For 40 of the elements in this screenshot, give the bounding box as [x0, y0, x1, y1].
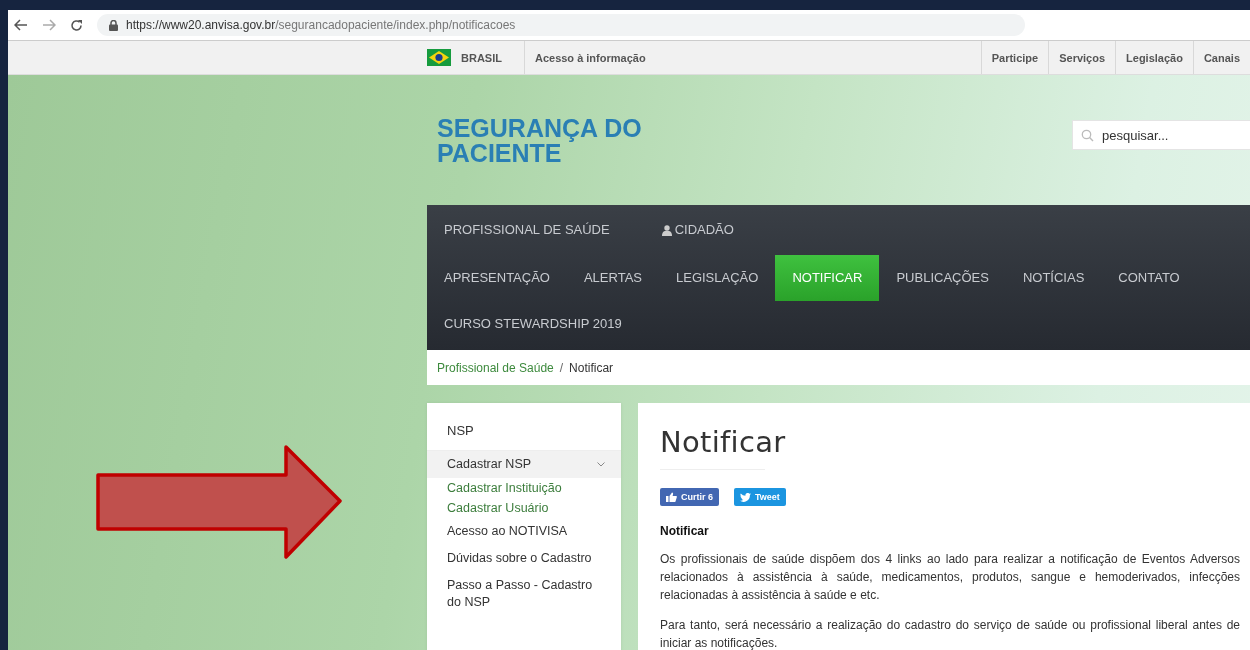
thumbs-up-icon	[666, 492, 677, 502]
like-button[interactable]: Curtir 6	[660, 488, 719, 506]
lock-icon	[109, 19, 118, 31]
page-heading: Notificar	[660, 425, 787, 459]
breadcrumb-separator: /	[559, 360, 564, 375]
person-icon	[661, 224, 672, 236]
sidebar-sublink[interactable]: Cadastrar Usuário	[427, 498, 621, 518]
nav-tab[interactable]: PUBLICAÇÕES	[879, 255, 1006, 301]
paragraph: Para tanto, será necessário a realização do cadastro do serviço de saúde ou profissional liberal antes de iniciar as notificações.	[660, 617, 1240, 650]
country-link[interactable]: BRASIL	[461, 51, 502, 64]
sidebar-link[interactable]: Acesso ao NOTIVISA	[427, 518, 621, 545]
address-field[interactable]: https://www20.anvisa.gov.br/segurancadopaciente/index.php/notificacoes	[97, 14, 1025, 36]
gov-link[interactable]: Participe	[991, 51, 1039, 64]
chevron-icon	[597, 462, 605, 467]
reload-icon[interactable]	[70, 18, 83, 32]
gov-link[interactable]: Serviços	[1059, 51, 1106, 64]
breadcrumb-current: Notificar	[569, 360, 614, 375]
gov-link[interactable]: Legislação	[1126, 51, 1183, 64]
sidebar-sublink[interactable]: Cadastrar Instituição	[427, 478, 621, 498]
nav-tab[interactable]: APRESENTAÇÃO	[427, 255, 567, 301]
nav-tab[interactable]: ALERTAS	[566, 255, 659, 301]
paragraph: Os profissionais de saúde dispõem dos 4 links ao lado para realizar a notificação de Eventos Adversos relacionados à assistência à saúde, medicamentos, produtos, sangue e hemoderivados, infecções relacionadas à assistência à saúde e etc.	[660, 551, 1240, 604]
search-field[interactable]: pesquisar...	[1072, 120, 1250, 150]
sidebar-link[interactable]: Passo a Passo - Cadastro do NSP	[427, 572, 621, 616]
breadcrumb-link[interactable]: Profissional de Saúde	[437, 360, 554, 375]
gov-link[interactable]: Canais	[1203, 51, 1240, 64]
sidebar-menu-item[interactable]: Cadastrar NSP	[427, 450, 621, 478]
bird-icon	[740, 492, 751, 502]
audience-link[interactable]: PROFISSIONAL DE SAÚDE	[427, 215, 627, 245]
back-icon[interactable]	[14, 19, 28, 31]
sidebar-link[interactable]: Dúvidas sobre o Cadastro	[427, 545, 621, 572]
nav-tab[interactable]: NOTÍCIAS	[1005, 255, 1102, 301]
nav-tab[interactable]: CURSO STEWARDSHIP 2019	[427, 301, 639, 347]
nav-tab[interactable]: LEGISLAÇÃO	[659, 255, 776, 301]
section-heading: Notificar	[660, 524, 710, 538]
sidebar-title: NSP	[446, 422, 475, 440]
nav-tab[interactable]: CONTATO	[1101, 255, 1197, 301]
audience-link[interactable]: CIDADÃO	[644, 215, 751, 245]
flag-icon	[427, 49, 451, 66]
access-link[interactable]: Acesso à informação	[534, 51, 646, 64]
